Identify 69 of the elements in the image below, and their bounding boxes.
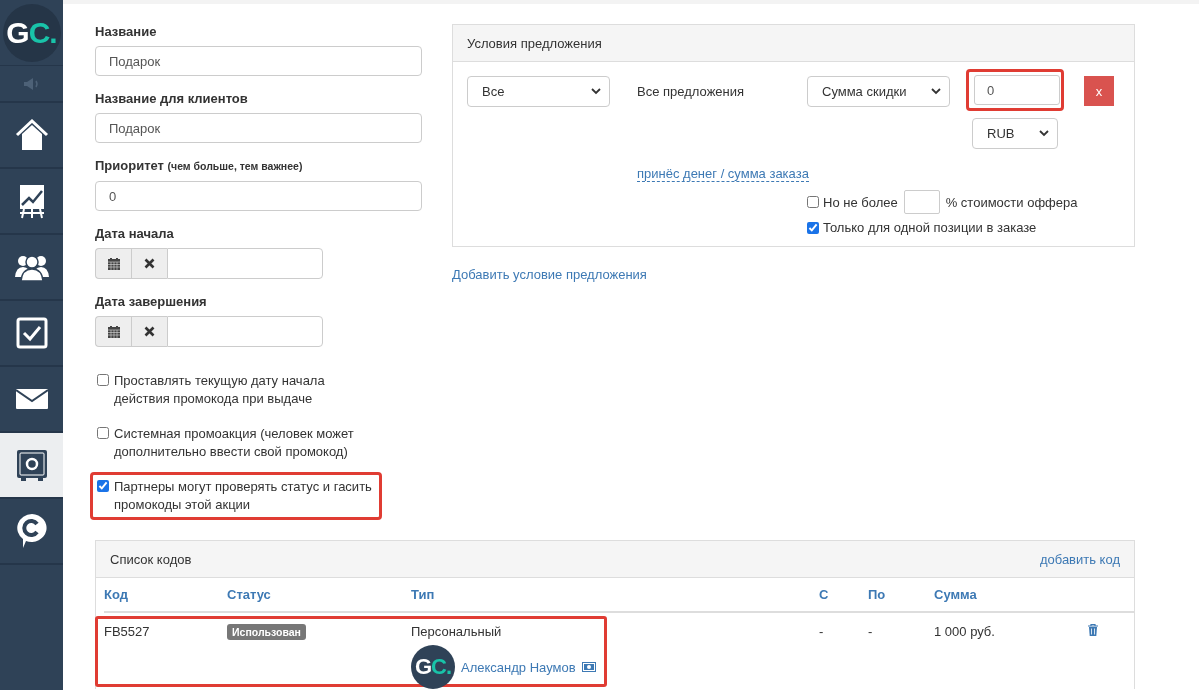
add-code-link[interactable]: добавить код bbox=[1039, 551, 1120, 567]
formula-link[interactable]: принёс денег / сумма заказа bbox=[637, 166, 809, 182]
calendar-icon bbox=[107, 325, 120, 338]
table-cell: FB5527 bbox=[104, 624, 150, 639]
text-input[interactable]: 0 bbox=[95, 181, 422, 211]
table-cell: 1 000 руб. bbox=[934, 624, 995, 639]
close-icon bbox=[144, 326, 155, 337]
clear-button[interactable] bbox=[131, 316, 167, 347]
add-condition-link[interactable]: Добавить условие предложения bbox=[452, 267, 647, 282]
caret-icon bbox=[591, 88, 601, 95]
safe-icon bbox=[15, 449, 48, 481]
checkbox-label: Системная промоакция (человек может дополнительно ввести свой промокод) bbox=[114, 425, 355, 461]
text-input[interactable]: Подарок bbox=[95, 113, 422, 143]
percent-text: % стоимости оффера bbox=[945, 194, 1078, 210]
date-input[interactable] bbox=[167, 316, 323, 347]
type-select[interactable]: Сумма скидки bbox=[807, 76, 950, 107]
checkbox-label: Только для одной позиции в заказе bbox=[823, 220, 1037, 235]
envelope-icon bbox=[15, 389, 48, 409]
checkbox-label: Но не более bbox=[823, 194, 898, 210]
scope-select[interactable]: Все bbox=[467, 76, 610, 107]
logo[interactable]: GC. bbox=[2, 3, 61, 62]
scope-text: Все предложения bbox=[637, 83, 746, 101]
amount-input[interactable]: 0 bbox=[974, 75, 1060, 105]
caret-icon bbox=[931, 88, 941, 95]
home-icon bbox=[14, 119, 49, 151]
caret-icon bbox=[1039, 130, 1049, 137]
chart-icon bbox=[17, 183, 46, 219]
status-badge: Использован bbox=[227, 624, 306, 640]
panel-title: Условия предложения bbox=[453, 25, 1134, 62]
clear-button[interactable] bbox=[131, 248, 167, 279]
avatar: GC. bbox=[411, 645, 455, 689]
checkbox[interactable] bbox=[97, 480, 109, 492]
field-label: Приоритет (чем больше, тем важнее) bbox=[95, 158, 304, 174]
column-header: Статус bbox=[227, 587, 271, 602]
field-label: Дата завершения bbox=[95, 294, 208, 309]
chat-icon bbox=[15, 513, 48, 549]
field-label: Дата начала bbox=[95, 226, 175, 241]
date-input[interactable] bbox=[167, 248, 323, 279]
checkbox[interactable] bbox=[807, 221, 819, 234]
remove-button[interactable]: x bbox=[1084, 76, 1114, 106]
checkbox[interactable] bbox=[97, 427, 109, 439]
calendar-icon bbox=[107, 257, 120, 270]
table-cell-text: Персональный bbox=[411, 624, 503, 639]
column-header: Код bbox=[104, 587, 128, 602]
percent-input[interactable] bbox=[903, 190, 940, 214]
column-header: Тип bbox=[411, 587, 435, 602]
field-label: Название для клиентов bbox=[95, 91, 249, 106]
banknote-icon bbox=[581, 662, 596, 672]
checkbox-label: Проставлять текущую дату начала действия промокода при выдаче bbox=[114, 372, 326, 408]
column-header: Сумма bbox=[934, 587, 977, 602]
user-link[interactable]: Александр Наумов bbox=[461, 659, 576, 675]
people-icon bbox=[14, 253, 49, 281]
table-cell: - bbox=[819, 624, 824, 639]
table-cell: - bbox=[868, 624, 873, 639]
checkbox-label: Партнеры могут проверять статус и гасить промокоды этой акции bbox=[114, 478, 373, 514]
sidebar-item[interactable] bbox=[0, 433, 63, 499]
panel-title: Список кодов bbox=[110, 551, 192, 567]
trash-icon[interactable] bbox=[1088, 624, 1098, 636]
checkbox[interactable] bbox=[807, 196, 819, 208]
close-icon bbox=[144, 258, 155, 269]
column-header: С bbox=[819, 587, 829, 602]
column-header: По bbox=[868, 587, 886, 602]
checkbox[interactable] bbox=[97, 374, 109, 386]
currency-select[interactable]: RUB bbox=[972, 118, 1058, 149]
text-input[interactable]: Подарок bbox=[95, 46, 422, 76]
calendar-button[interactable] bbox=[95, 248, 131, 279]
field-label: Название bbox=[95, 24, 158, 39]
checkbox-icon bbox=[15, 317, 48, 349]
calendar-button[interactable] bbox=[95, 316, 131, 347]
